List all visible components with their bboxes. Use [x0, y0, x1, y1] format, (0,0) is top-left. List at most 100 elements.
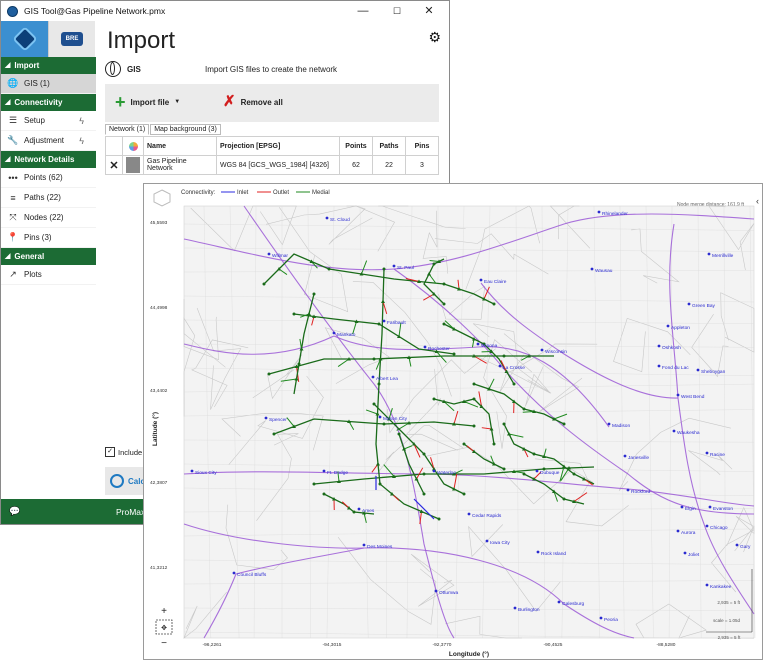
city-marker — [190, 469, 194, 473]
city-label: Elgin — [685, 506, 696, 512]
delete-row-icon[interactable]: ✕ — [105, 155, 123, 175]
section-general[interactable]: ◢ General — [1, 248, 96, 265]
maximize-button[interactable]: ☐ — [383, 1, 411, 21]
city-label: Aurora — [681, 530, 696, 536]
pipeline-node — [572, 472, 576, 476]
pipeline-node — [442, 302, 446, 306]
collapse-arrow-icon[interactable]: ‹ — [756, 196, 759, 206]
app-icon — [7, 5, 18, 17]
pipeline-node — [442, 282, 446, 286]
gis-map[interactable]: Connectivity: Inlet Outlet Medial Node m… — [144, 184, 763, 660]
tab-gis-tool[interactable] — [1, 21, 48, 57]
table-header-name[interactable]: Name — [143, 136, 217, 156]
city-marker — [392, 264, 396, 268]
zoom-out-button[interactable]: − — [161, 638, 167, 649]
x-tick-label: -96,2261 — [203, 642, 222, 648]
minimize-button[interactable]: — — [349, 1, 377, 21]
city-label: Joliet — [688, 552, 700, 558]
city-marker — [696, 368, 700, 372]
pipeline-node — [472, 424, 476, 428]
city-marker — [378, 415, 382, 419]
city-label: La Crosse — [503, 365, 525, 371]
city-label: Iowa City — [490, 540, 510, 546]
city-label: Faribault — [387, 320, 406, 326]
pan-control[interactable]: ✥ — [155, 619, 173, 635]
section-label: Connectivity — [14, 98, 63, 107]
sidebar-item-label: Nodes (22) — [24, 213, 64, 222]
pipeline-node — [422, 452, 426, 456]
table-header-projection[interactable]: Projection [EPSG] — [216, 136, 340, 156]
sidebar-item-adjustment[interactable]: 🔧 Adjustment ϟ — [1, 131, 96, 151]
city-marker — [705, 583, 709, 587]
remove-icon: ✗ — [223, 93, 236, 110]
gear-icon[interactable]: ⚙ — [428, 29, 441, 46]
table-header-pins[interactable]: Pins — [405, 136, 439, 156]
city-label: Waterloo — [437, 470, 456, 476]
sidebar: BRE ◢ Import 🌐 GIS (1) ◢ Connectivity ☰ Se… — [1, 21, 96, 499]
sidebar-item-nodes[interactable]: ⤧ Nodes (22) — [1, 208, 96, 228]
sidebar-item-setup[interactable]: ☰ Setup ϟ — [1, 111, 96, 131]
chat-icon[interactable]: 💬 — [9, 506, 20, 517]
pipeline-node — [462, 492, 466, 496]
color-swatch[interactable] — [126, 157, 140, 173]
pipeline-node — [502, 422, 506, 426]
city-label: Des Moines — [367, 544, 393, 550]
include-option[interactable]: ✓ Include p — [105, 447, 148, 457]
zoom-in-button[interactable]: + — [161, 606, 167, 617]
pipeline-node — [372, 357, 376, 361]
remove-all-button[interactable]: ✗ Remove all — [223, 93, 283, 110]
tab-network[interactable]: Network (1) — [105, 124, 150, 135]
sidebar-item-paths[interactable]: ≡ Paths (22) — [1, 188, 96, 208]
scale-mid-label: scale = 1.05d — [713, 618, 740, 623]
section-label: General — [14, 252, 45, 261]
city-label: Rock Island — [541, 551, 566, 557]
section-import[interactable]: ◢ Import — [1, 57, 96, 74]
x-axis-label: Longitude (°) — [449, 650, 489, 658]
table-row[interactable]: ✕ Gas Pipeline Network WGS 84 [GCS_WGS_1… — [105, 155, 439, 175]
table-header-points[interactable]: Points — [339, 136, 373, 156]
toolbar: + Import file ▼ ✗ Remove all — [105, 84, 439, 122]
section-network-details[interactable]: ◢ Network Details — [1, 151, 96, 168]
city-label: Sheboygan — [701, 369, 726, 375]
sidebar-item-gis[interactable]: 🌐 GIS (1) — [1, 74, 96, 94]
city-label: Council Bluffs — [237, 572, 267, 578]
city-marker — [626, 488, 630, 492]
city-marker — [498, 364, 502, 368]
pipeline-node — [432, 397, 436, 401]
city-label: Oshkosh — [662, 345, 681, 351]
city-label: Galesburg — [562, 601, 584, 607]
x-tick-label: -94,3015 — [323, 642, 342, 648]
table-header-paths[interactable]: Paths — [372, 136, 406, 156]
tab-map-background[interactable]: Map background (3) — [150, 124, 221, 135]
city-label: Ames — [362, 508, 375, 514]
close-button[interactable]: ✕ — [415, 1, 443, 21]
section-connectivity[interactable]: ◢ Connectivity — [1, 94, 96, 111]
pipeline-node — [562, 422, 566, 426]
color-swatch-cell[interactable] — [122, 155, 144, 175]
sidebar-item-points[interactable]: ••• Points (62) — [1, 168, 96, 188]
city-label: Janesville — [628, 455, 649, 461]
table-header-color — [122, 136, 144, 156]
city-label: Gary — [740, 544, 751, 550]
city-marker — [536, 550, 540, 554]
tab-bre[interactable]: BRE — [48, 21, 95, 57]
pipeline-node — [442, 322, 446, 326]
pipeline-node — [397, 432, 401, 436]
import-file-button[interactable]: + Import file ▼ — [115, 93, 180, 111]
pipeline-node — [472, 397, 476, 401]
city-label: Waukesha — [677, 430, 700, 436]
bre-watermark-icon — [153, 189, 171, 207]
city-label: Evanston — [713, 506, 733, 512]
pipeline-node — [512, 382, 516, 386]
city-label: Cedar Rapids — [472, 513, 502, 519]
sidebar-item-plots[interactable]: ↗ Plots — [1, 265, 96, 285]
city-label: Fond du Lac — [662, 365, 689, 371]
section-label: Network Details — [14, 155, 75, 164]
sidebar-item-label: Paths (22) — [24, 193, 61, 202]
city-label: Willmar — [272, 253, 288, 259]
city-marker — [672, 429, 676, 433]
include-checkbox[interactable]: ✓ — [105, 447, 115, 457]
sidebar-item-pins[interactable]: 📍 Pins (3) — [1, 228, 96, 248]
y-tick-label: 42,3807 — [150, 480, 168, 486]
city-label: Rhinelander — [602, 211, 628, 217]
